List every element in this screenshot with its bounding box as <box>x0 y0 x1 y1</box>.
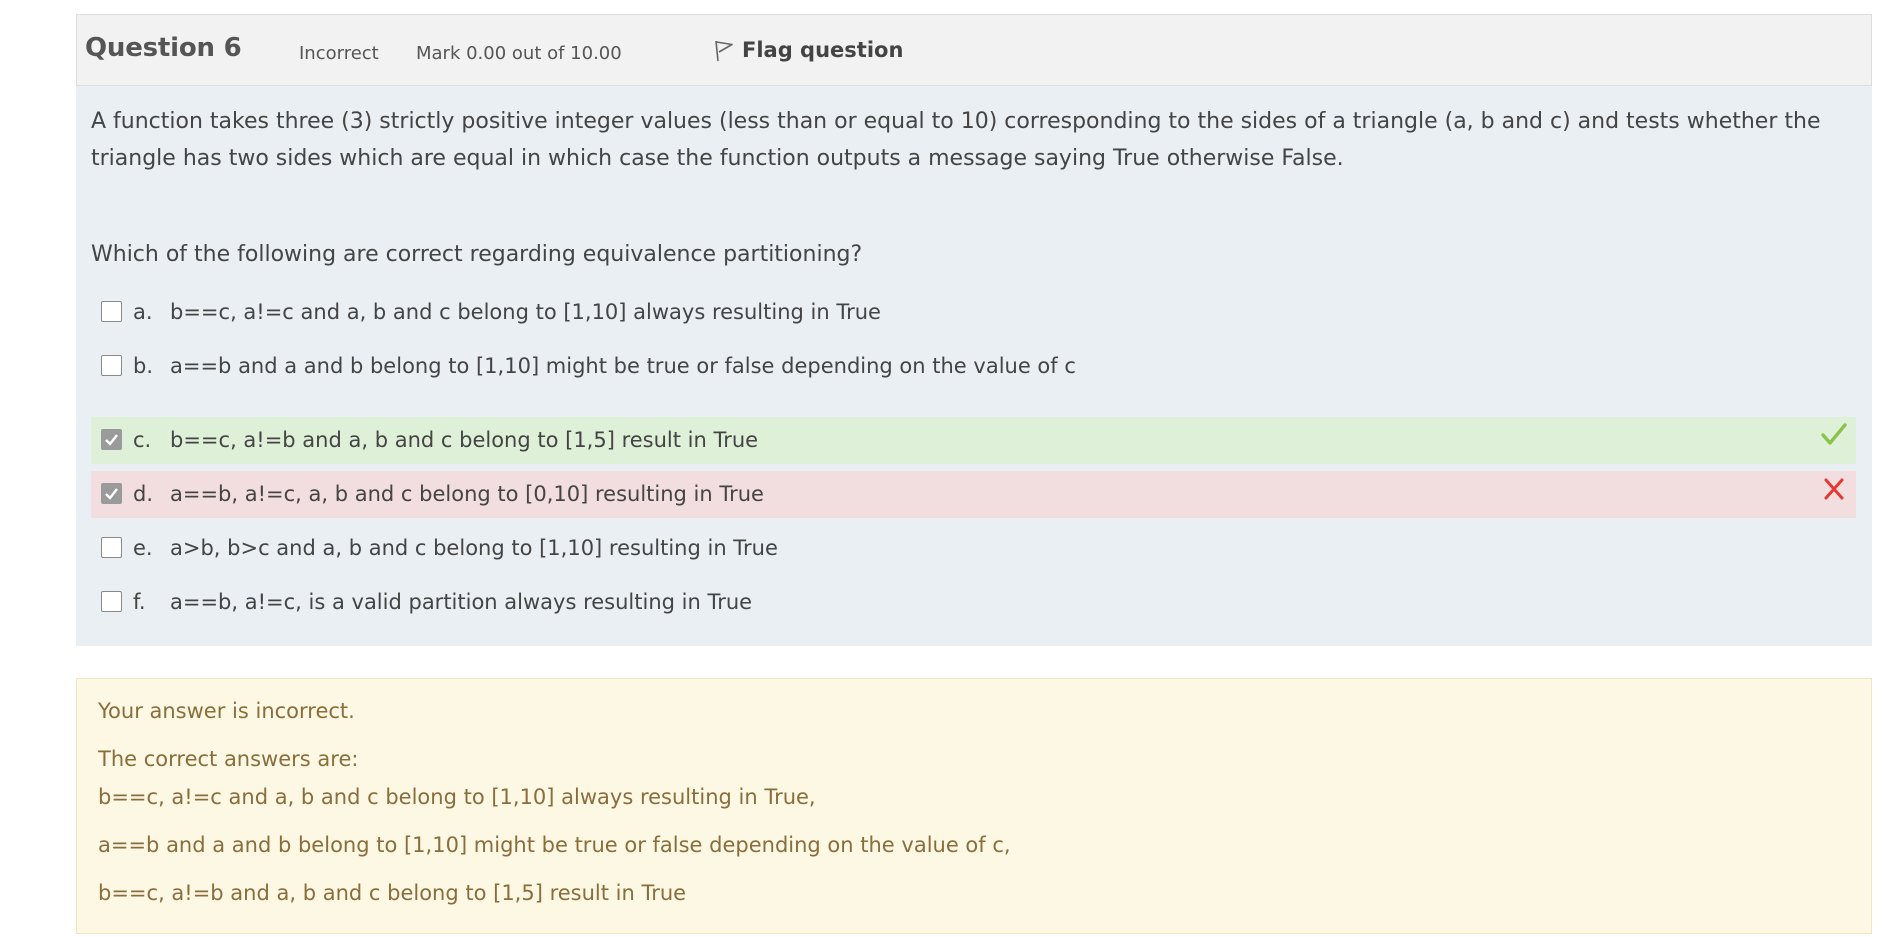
answer-text: a>b, b>c and a, b and c belong to [1,10]… <box>170 536 778 560</box>
flag-question-button[interactable]: Flag question <box>712 37 903 63</box>
question-prompt: Which of the following are correct regar… <box>91 242 863 267</box>
check-icon <box>1820 421 1848 453</box>
correct-answer-item: b==c, a!=b and a, b and c belong to [1,5… <box>98 881 687 905</box>
flag-icon <box>712 37 736 63</box>
answer-option-b[interactable]: b. a==b and a and b belong to [1,10] mig… <box>91 343 1856 390</box>
answer-option-c[interactable]: c. b==c, a!=b and a, b and c belong to [… <box>91 417 1856 464</box>
answer-letter: b. <box>133 354 154 378</box>
correct-answer-item: b==c, a!=c and a, b and c belong to [1,1… <box>98 785 816 809</box>
question-grade: Mark 0.00 out of 10.00 <box>416 43 622 64</box>
feedback-heading: The correct answers are: <box>98 747 359 771</box>
answer-checkbox[interactable] <box>101 591 122 612</box>
question-info-bar: Question 6 Incorrect Mark 0.00 out of 10… <box>76 14 1872 86</box>
answer-letter: f. <box>133 590 146 614</box>
feedback-result: Your answer is incorrect. <box>98 699 355 723</box>
answer-checkbox[interactable] <box>101 301 122 322</box>
answer-letter: d. <box>133 482 154 506</box>
cross-icon <box>1820 475 1848 507</box>
answer-letter: c. <box>133 428 152 452</box>
answer-text: a==b and a and b belong to [1,10] might … <box>170 354 1076 378</box>
answer-letter: a. <box>133 300 153 324</box>
answer-text: a==b, a!=c, a, b and c belong to [0,10] … <box>170 482 764 506</box>
answer-checkbox-checked[interactable] <box>101 483 122 504</box>
answer-checkbox[interactable] <box>101 355 122 376</box>
question-text: A function takes three (3) strictly posi… <box>91 109 1821 171</box>
answer-option-f[interactable]: f. a==b, a!=c, is a valid partition alwa… <box>91 579 1856 626</box>
answer-option-e[interactable]: e. a>b, b>c and a, b and c belong to [1,… <box>91 525 1856 572</box>
answer-text: a==b, a!=c, is a valid partition always … <box>170 590 753 614</box>
question-content: A function takes three (3) strictly posi… <box>76 86 1872 646</box>
answer-checkbox[interactable] <box>101 537 122 558</box>
answer-text: b==c, a!=c and a, b and c belong to [1,1… <box>170 300 881 324</box>
feedback-panel: Your answer is incorrect. The correct an… <box>76 678 1872 934</box>
answer-option-d[interactable]: d. a==b, a!=c, a, b and c belong to [0,1… <box>91 471 1856 518</box>
answer-text: b==c, a!=b and a, b and c belong to [1,5… <box>170 428 759 452</box>
question-number: Question 6 <box>85 33 242 63</box>
correct-answer-item: a==b and a and b belong to [1,10] might … <box>98 833 1011 857</box>
answer-letter: e. <box>133 536 153 560</box>
answer-checkbox-checked[interactable] <box>101 429 122 450</box>
answer-option-a[interactable]: a. b==c, a!=c and a, b and c belong to [… <box>91 289 1856 336</box>
flag-question-label: Flag question <box>742 38 904 62</box>
question-state: Incorrect <box>299 43 379 64</box>
